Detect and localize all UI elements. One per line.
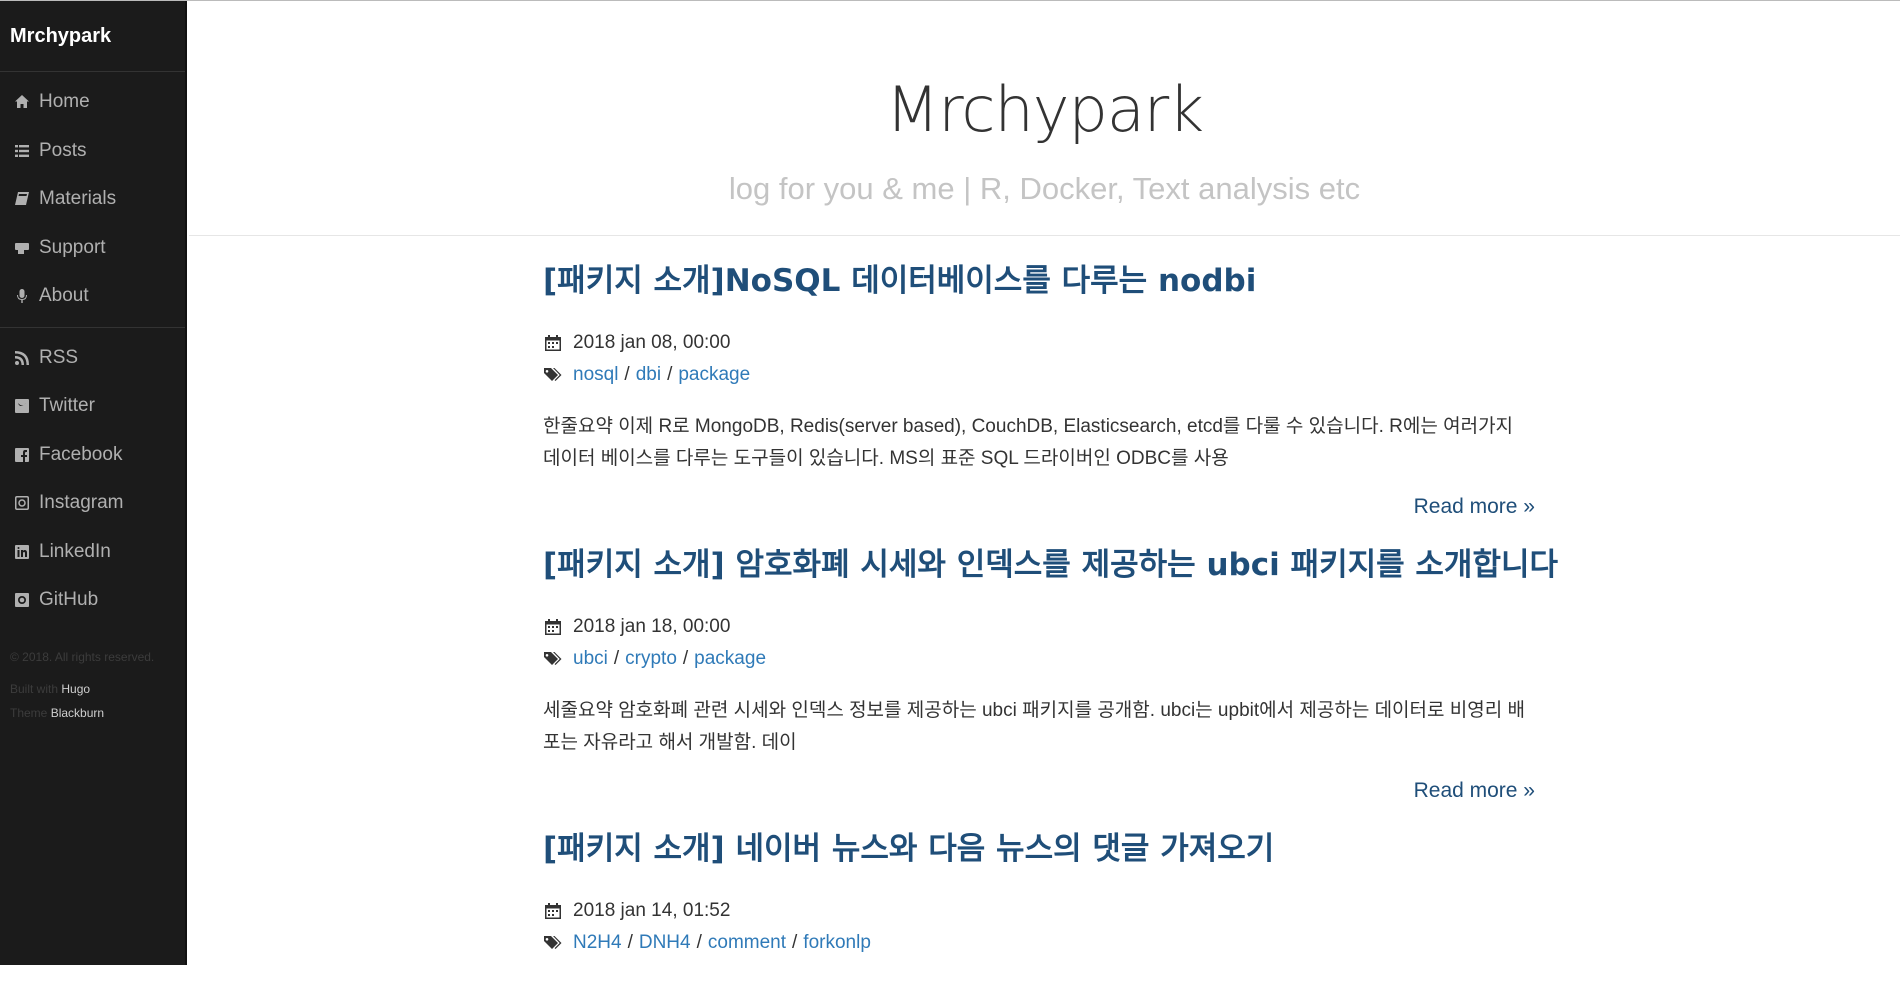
tags-icon (543, 933, 565, 953)
sidebar-item-label: RSS (39, 346, 79, 368)
sidebar-brand[interactable]: Mrchypark (0, 1, 185, 72)
sidebar-item-support[interactable]: Support (0, 224, 185, 273)
post-tag-link[interactable]: comment (708, 932, 786, 954)
instagram-icon (13, 494, 31, 512)
linkedin-icon (13, 543, 31, 561)
tag-separator: / (613, 648, 620, 669)
sidebar-item-facebook[interactable]: Facebook (0, 431, 185, 480)
money-icon (13, 239, 31, 257)
home-icon (13, 93, 31, 111)
post-title-link[interactable]: [패키지 소개] 네이버 뉴스와 다음 뉴스의 댓글 가져오기 (543, 825, 1543, 873)
tag-separator: / (667, 364, 673, 385)
post-meta: 2018 jan 18, 00:00 ubci / crypto / package (543, 611, 1543, 675)
post-tag-link[interactable]: crypto (625, 648, 677, 670)
post-item: [패키지 소개] 네이버 뉴스와 다음 뉴스의 댓글 가져오기 2018 jan… (543, 825, 1543, 959)
post-title-link[interactable]: [패키지 소개]NoSQL 데이터베이스를 다루는 nodbi (543, 257, 1543, 305)
sidebar-footer: © 2018. All rights reserved. Built with … (0, 645, 185, 725)
post-date: 2018 jan 18, 00:00 (573, 616, 731, 637)
site-title: Mrchypark (885, 73, 1204, 146)
sidebar-item-label: Support (39, 236, 106, 258)
post-tag-link[interactable]: nosql (573, 364, 618, 386)
post-tag-link[interactable]: package (694, 648, 766, 670)
tag-separator: / (627, 932, 633, 953)
book-icon (13, 190, 31, 208)
tags-icon (543, 649, 565, 669)
rss-icon (13, 349, 31, 367)
read-more-link[interactable]: Read more » (1414, 779, 1535, 802)
site-subtitle: log for you & me | R, Docker, Text analy… (728, 171, 1361, 206)
post-title-link[interactable]: [패키지 소개] 암호화폐 시세와 인덱스를 제공하는 ubci 패키지를 소개… (543, 541, 1558, 589)
post-list: [패키지 소개]NoSQL 데이터베이스를 다루는 nodbi 2018 jan… (543, 257, 1558, 981)
sidebar-item-about[interactable]: About (0, 272, 185, 321)
sidebar-item-posts[interactable]: Posts (0, 127, 185, 176)
sidebar-item-label: About (39, 285, 89, 307)
sidebar-nav: Home Posts Materials Support About (0, 72, 185, 321)
blackburn-link[interactable]: Blackburn (51, 706, 104, 720)
post-tag-link[interactable]: N2H4 (573, 932, 622, 954)
copyright-text: © 2018. All rights reserved. (10, 649, 155, 664)
post-tag-link[interactable]: ubci (573, 648, 608, 670)
sidebar-item-label: GitHub (39, 589, 99, 611)
github-icon (13, 591, 31, 609)
post-tag-link[interactable]: package (678, 364, 750, 386)
post-date: 2018 jan 08, 00:00 (573, 332, 731, 353)
post-tag-link[interactable]: dbi (636, 364, 661, 386)
tag-separator: / (624, 364, 630, 385)
calendar-icon (543, 901, 565, 921)
sidebar-item-instagram[interactable]: Instagram (0, 479, 185, 528)
site-header: Mrchypark log for you & me | R, Docker, … (189, 1, 1900, 236)
post-tag-link[interactable]: forkonlp (803, 932, 871, 954)
sidebar-item-home[interactable]: Home (0, 78, 185, 127)
sidebar-item-label: Posts (39, 139, 87, 161)
post-item: [패키지 소개] 암호화폐 시세와 인덱스를 제공하는 ubci 패키지를 소개… (543, 541, 1558, 803)
list-icon (13, 142, 31, 160)
sidebar: Mrchypark Home Posts Materials Support A… (0, 1, 187, 965)
twitter-icon (13, 397, 31, 415)
calendar-icon (543, 617, 565, 637)
facebook-icon (13, 446, 31, 464)
post-meta: 2018 jan 14, 01:52 N2H4/ DNH4/ comment / … (543, 895, 1543, 959)
calendar-icon (543, 333, 565, 353)
sidebar-item-linkedin[interactable]: LinkedIn (0, 528, 185, 577)
sidebar-item-label: Facebook (39, 443, 123, 465)
built-with-text: Built with (10, 681, 59, 696)
microphone-icon (13, 287, 31, 305)
sidebar-item-label: LinkedIn (39, 540, 111, 562)
sidebar-item-twitter[interactable]: Twitter (0, 382, 185, 431)
tag-separator: / (696, 932, 702, 953)
sidebar-item-rss[interactable]: RSS (0, 334, 185, 383)
post-tag-link[interactable]: DNH4 (639, 932, 691, 954)
sidebar-item-label: Materials (39, 188, 117, 210)
sidebar-item-github[interactable]: GitHub (0, 576, 185, 625)
post-item: [패키지 소개]NoSQL 데이터베이스를 다루는 nodbi 2018 jan… (543, 257, 1543, 519)
sidebar-item-label: Instagram (39, 492, 124, 514)
tag-separator: / (682, 648, 689, 669)
sidebar-item-label: Twitter (39, 395, 95, 417)
sidebar-item-materials[interactable]: Materials (0, 175, 185, 224)
sidebar-item-label: Home (39, 91, 90, 113)
post-date: 2018 jan 14, 01:52 (573, 900, 731, 921)
post-meta: 2018 jan 08, 00:00 nosql / dbi / package (543, 327, 1543, 391)
theme-text: Theme (10, 705, 48, 720)
tags-icon (543, 365, 565, 385)
hugo-link[interactable]: Hugo (61, 682, 90, 696)
tag-separator: / (792, 932, 798, 953)
post-summary: 한줄요약 이제 R로 MongoDB, Redis(server based),… (543, 416, 1514, 469)
read-more-link[interactable]: Read more » (1414, 495, 1535, 518)
post-summary: 세줄요약 암호화폐 관련 시세와 인덱스 정보를 제공하는 ubci 패키지를 … (543, 700, 1525, 753)
sidebar-social: RSS Twitter Facebook Instagram LinkedIn … (0, 326, 185, 625)
